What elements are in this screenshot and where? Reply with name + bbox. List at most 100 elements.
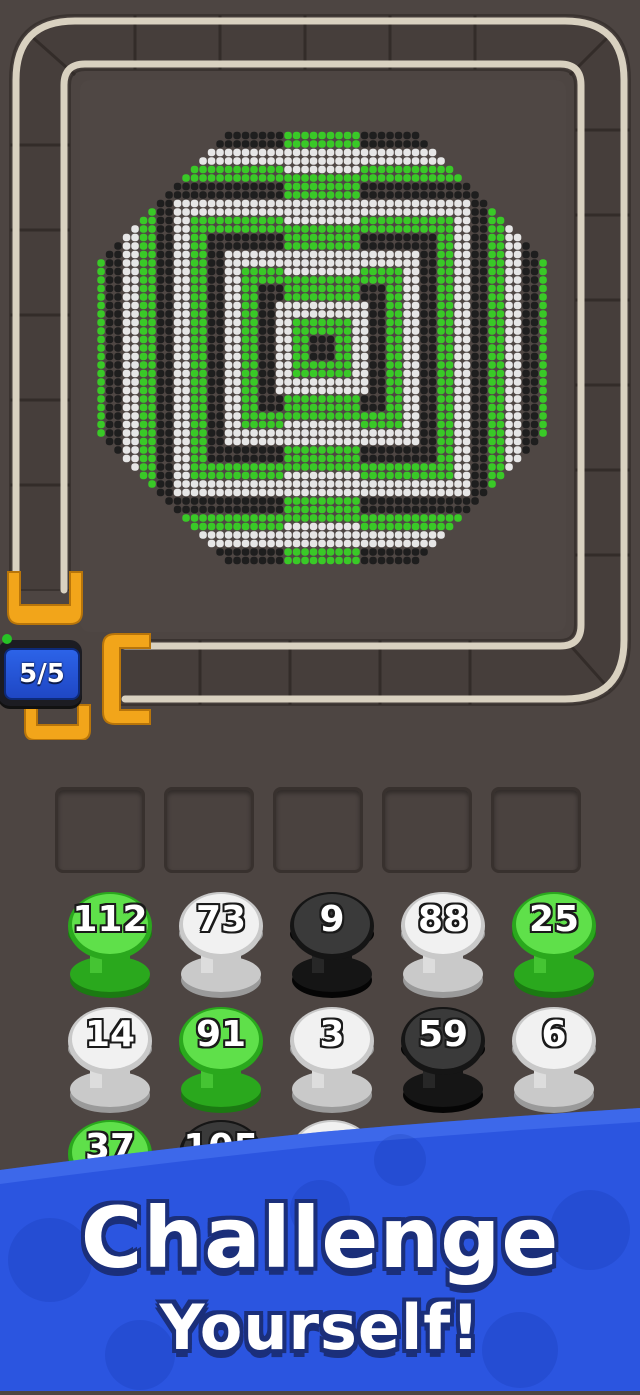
- pixel-bead: [386, 327, 394, 335]
- pixel-bead: [292, 140, 301, 148]
- pixel-bead: [207, 480, 216, 488]
- pixel-bead: [360, 301, 369, 310]
- pixel-bead: [539, 327, 547, 335]
- pixel-bead: [513, 369, 522, 378]
- pixel-bead: [326, 386, 335, 395]
- pixel-bead: [394, 191, 403, 199]
- thread-spool-green[interactable]: 112: [65, 890, 155, 1006]
- pixel-bead: [292, 199, 301, 208]
- pixel-bead: [326, 165, 335, 174]
- pixel-bead: [224, 301, 233, 310]
- pixel-bead: [318, 344, 326, 352]
- pixel-bead: [513, 318, 522, 327]
- thread-spool-white[interactable]: 73: [176, 890, 266, 1006]
- pixel-bead: [216, 378, 224, 386]
- pixel-bead: [156, 301, 165, 310]
- thread-spool-green[interactable]: 25: [509, 890, 599, 1006]
- thread-spool-black[interactable]: 9: [287, 890, 377, 1006]
- pixel-bead: [394, 412, 403, 420]
- pixel-bead: [224, 225, 233, 233]
- pixel-bead: [156, 216, 165, 225]
- pixel-bead: [530, 352, 539, 361]
- pixel-bead: [267, 310, 275, 318]
- pixel-bead: [411, 225, 420, 233]
- pixel-bead: [403, 361, 411, 369]
- holding-slot[interactable]: [273, 787, 363, 873]
- pixel-bead: [216, 386, 224, 395]
- pixel-bead: [173, 488, 182, 497]
- holding-slot[interactable]: [164, 787, 254, 873]
- pixel-bead: [148, 403, 156, 412]
- pixel-bead: [309, 250, 318, 259]
- pixel-bead: [539, 267, 547, 276]
- pixel-bead: [505, 276, 513, 284]
- pixel-bead: [267, 429, 275, 437]
- pixel-bead: [377, 446, 386, 454]
- thread-spool-white[interactable]: 88: [398, 890, 488, 1006]
- pixel-bead: [190, 233, 199, 242]
- pixel-bead: [148, 267, 156, 276]
- pixel-bead: [513, 250, 522, 259]
- pixel-bead: [326, 539, 335, 548]
- pixel-bead: [301, 446, 309, 454]
- pixel-bead: [233, 318, 241, 327]
- pixel-bead: [386, 344, 394, 352]
- pixel-bead: [394, 454, 403, 463]
- pixel-bead: [454, 378, 462, 386]
- pixel-bead: [105, 352, 114, 361]
- pixel-bead: [505, 352, 513, 361]
- pixel-bead: [445, 395, 454, 403]
- pixel-bead: [301, 522, 309, 531]
- pixel-bead: [420, 165, 428, 174]
- pixel-bead: [326, 250, 335, 259]
- pixel-bead: [284, 259, 292, 267]
- pixel-bead: [462, 437, 471, 446]
- spool-count-label: 3: [319, 1014, 345, 1055]
- pixel-bead: [241, 514, 250, 522]
- pixel-bead: [437, 352, 445, 361]
- pixel-bead: [165, 429, 173, 437]
- pixel-bead: [267, 284, 275, 293]
- pixel-bead: [411, 454, 420, 463]
- pixel-bead: [284, 327, 292, 335]
- pixel-bead: [335, 505, 343, 514]
- pixel-bead: [241, 182, 250, 191]
- holding-slot[interactable]: [55, 787, 145, 873]
- pixel-bead: [318, 131, 326, 140]
- pixel-bead: [114, 276, 122, 284]
- pixel-bead: [343, 429, 352, 437]
- holding-slot[interactable]: [491, 787, 581, 873]
- pixel-bead: [377, 420, 386, 429]
- pixel-bead: [420, 505, 428, 514]
- pixel-bead: [479, 378, 488, 386]
- pixel-bead: [369, 437, 377, 446]
- pixel-bead: [522, 301, 530, 310]
- pixel-bead: [207, 539, 216, 548]
- pixel-bead: [224, 497, 233, 505]
- pixel-bead: [250, 301, 258, 310]
- pixel-bead: [335, 412, 343, 420]
- pixel-bead: [182, 488, 190, 497]
- pixel-bead: [122, 301, 131, 310]
- pixel-bead: [462, 276, 471, 284]
- pixel-bead: [488, 310, 496, 318]
- pixel-bead: [105, 361, 114, 369]
- pixel-bead: [156, 276, 165, 284]
- pixel-bead: [292, 471, 301, 480]
- pixel-bead: [182, 310, 190, 318]
- pixel-bead: [539, 386, 547, 395]
- pixel-bead: [403, 378, 411, 386]
- pixel-bead: [182, 174, 190, 182]
- pixel-bead: [369, 386, 377, 395]
- pixel-bead: [258, 454, 267, 463]
- pixel-bead: [139, 284, 148, 293]
- pixel-bead: [437, 531, 445, 539]
- pixel-bead: [173, 182, 182, 191]
- holding-slot[interactable]: [382, 787, 472, 873]
- pixel-bead: [301, 293, 309, 301]
- pixel-bead: [309, 174, 318, 182]
- pixel-bead: [394, 225, 403, 233]
- pixel-bead: [394, 301, 403, 310]
- clamp-bottom: [24, 704, 91, 740]
- pixel-bead: [352, 446, 360, 454]
